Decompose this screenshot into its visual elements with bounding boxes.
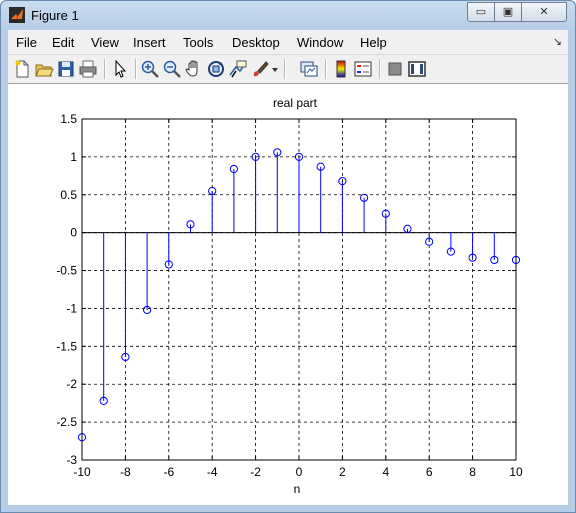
toolbar-separator	[325, 59, 327, 79]
toolbar-separator	[135, 59, 137, 79]
menu-edit[interactable]: Edit	[52, 35, 74, 50]
x-tick-label: -10	[73, 465, 91, 479]
close-button[interactable]: ✕	[521, 2, 567, 22]
legend-icon[interactable]	[353, 59, 373, 79]
pointer-icon[interactable]	[110, 59, 130, 79]
x-tick-label: 2	[339, 465, 346, 479]
y-tick-label: -1	[66, 301, 77, 315]
maximize-icon: ▣	[502, 6, 514, 18]
menu-overflow-icon[interactable]: ↘	[553, 35, 562, 48]
new-figure-icon[interactable]	[12, 59, 32, 79]
x-axis-label: n	[294, 482, 301, 496]
matlab-logo-icon	[9, 7, 25, 23]
maximize-button[interactable]: ▣	[494, 2, 522, 22]
brush-icon[interactable]	[250, 59, 270, 79]
x-tick-label: -8	[120, 465, 131, 479]
menu-view[interactable]: View	[91, 35, 119, 50]
close-icon: ✕	[539, 6, 549, 18]
toolbar-separator	[379, 59, 381, 79]
save-icon[interactable]	[56, 59, 76, 79]
y-tick-label: -2.5	[56, 415, 77, 429]
link-plot-icon[interactable]	[299, 59, 319, 79]
menu-help[interactable]: Help	[360, 35, 387, 50]
menu-insert[interactable]: Insert	[133, 35, 166, 50]
figure-toolbar	[8, 55, 568, 84]
minimize-icon: ▭	[475, 6, 487, 18]
toolbar-separator	[104, 59, 106, 79]
zoom-out-icon[interactable]	[162, 59, 182, 79]
y-tick-label: 1	[70, 150, 77, 164]
minimize-button[interactable]: ▭	[467, 2, 495, 22]
hide-plot-tools-icon[interactable]	[385, 59, 405, 79]
title-bar[interactable]: Figure 1 ▭ ▣ ✕	[1, 1, 575, 30]
y-tick-label: 0	[70, 226, 77, 240]
x-tick-label: -2	[250, 465, 261, 479]
y-tick-label: 0.5	[60, 188, 77, 202]
menu-window[interactable]: Window	[297, 35, 343, 50]
brush-dropdown-icon[interactable]	[270, 59, 280, 79]
figure-client-area: File Edit View Insert Tools Desktop Wind…	[8, 30, 568, 505]
y-tick-label: 1.5	[60, 112, 77, 126]
toolbar-separator	[284, 59, 286, 79]
show-plot-tools-icon[interactable]	[407, 59, 427, 79]
open-file-icon[interactable]	[34, 59, 54, 79]
x-tick-label: -6	[163, 465, 174, 479]
print-icon[interactable]	[78, 59, 98, 79]
y-tick-label: -2	[66, 377, 77, 391]
colorbar-icon[interactable]	[331, 59, 351, 79]
figure-window: Figure 1 ▭ ▣ ✕ File Edit View Insert Too…	[0, 0, 576, 513]
stem-chart[interactable]: real part -10 -8 -6 -4 -2 0 2 4 6 8 10 1.5 1 0.5 0 -0.…	[8, 84, 568, 505]
x-tick-label: 10	[509, 465, 523, 479]
x-tick-label: 4	[382, 465, 389, 479]
x-tick-label: -4	[207, 465, 218, 479]
data-cursor-icon[interactable]	[228, 59, 248, 79]
menu-desktop[interactable]: Desktop	[232, 35, 280, 50]
y-tick-label: -1.5	[56, 339, 77, 353]
x-tick-labels: -10 -8 -6 -4 -2 0 2 4 6 8 10	[73, 465, 523, 479]
window-title: Figure 1	[31, 8, 79, 23]
x-tick-label: 0	[296, 465, 303, 479]
pan-icon[interactable]	[184, 59, 204, 79]
zoom-in-icon[interactable]	[140, 59, 160, 79]
plot-area: real part -10 -8 -6 -4 -2 0 2 4 6 8 10 1.5 1 0.5 0 -0.…	[8, 84, 568, 505]
rotate-3d-icon[interactable]	[206, 59, 226, 79]
chart-title: real part	[273, 96, 318, 110]
y-tick-label: -0.5	[56, 264, 77, 278]
menu-file[interactable]: File	[16, 35, 37, 50]
x-tick-label: 6	[426, 465, 433, 479]
x-tick-label: 8	[469, 465, 476, 479]
menu-bar: File Edit View Insert Tools Desktop Wind…	[8, 30, 568, 55]
y-tick-label: -3	[66, 453, 77, 467]
menu-tools[interactable]: Tools	[183, 35, 213, 50]
y-tick-labels: 1.5 1 0.5 0 -0.5 -1 -1.5 -2 -2.5 -3	[56, 112, 77, 467]
